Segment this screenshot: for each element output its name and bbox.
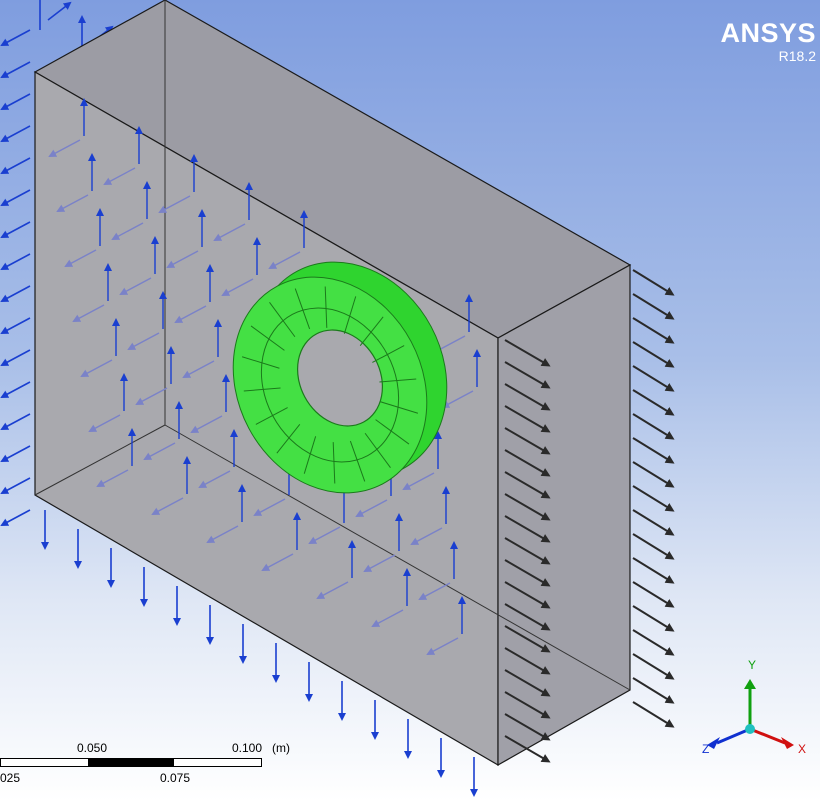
load-arrow-icon: [47, 1, 72, 21]
load-arrow-icon: [632, 389, 675, 416]
z-axis-icon: [716, 727, 751, 745]
load-arrow-icon: [0, 285, 31, 302]
load-arrow-icon: [632, 437, 675, 464]
load-arrow-icon: [632, 557, 675, 584]
load-arrow-icon: [0, 509, 31, 526]
load-arrow-icon: [632, 269, 675, 296]
triad-y-label: Y: [748, 658, 757, 672]
load-arrow-icon: [0, 125, 31, 142]
load-arrow-icon: [632, 509, 675, 536]
scale-segment: [174, 759, 262, 766]
x-axis-icon: [749, 727, 786, 745]
load-arrow-icon: [0, 221, 31, 238]
load-arrow-icon: [632, 317, 675, 344]
load-arrow-icon: [0, 93, 31, 110]
load-arrow-icon: [0, 157, 31, 174]
scale-label-top-1: 0.050: [77, 741, 108, 755]
load-arrow-icon: [0, 445, 31, 462]
load-arrow-icon: [0, 413, 31, 430]
load-arrow-icon: [632, 461, 675, 488]
load-arrow-icon: [632, 629, 675, 656]
load-arrow-icon: [632, 485, 675, 512]
load-arrow-icon: [632, 533, 675, 560]
load-arrow-icon: [0, 349, 31, 366]
scale-segment: [1, 759, 88, 766]
brand-version: R18.2: [778, 48, 816, 64]
load-arrow-icon: [632, 413, 675, 440]
scale-segment: [87, 759, 175, 766]
triad-x-label: X: [798, 742, 807, 756]
enclosure-right-face[interactable]: [497, 263, 631, 767]
scale-label-top-2: 0.100: [232, 741, 263, 755]
brand-name: ANSYS: [720, 18, 816, 48]
load-arrow-icon: [632, 341, 675, 368]
graphics-viewport[interactable]: ANSYS R18.2 0.050 0.100 (m) 025 0.075 Y …: [0, 0, 820, 801]
load-arrow-icon: [632, 605, 675, 632]
load-arrow-icon: [0, 381, 31, 398]
load-arrow-icon: [0, 253, 31, 270]
load-arrow-icon: [632, 293, 675, 320]
triad-z-label: Z: [702, 742, 710, 756]
load-arrow-icon: [632, 701, 675, 728]
ansys-logo: ANSYS R18.2: [720, 18, 816, 64]
triad-origin: [745, 724, 755, 734]
scale-label-bottom-2: 0.075: [160, 771, 191, 785]
load-arrow-icon: [632, 677, 675, 704]
y-axis-arrowhead: [744, 679, 756, 689]
load-arrow-icon: [0, 29, 31, 46]
load-arrow-icon: [632, 365, 675, 392]
load-arrow-icon: [0, 317, 31, 334]
load-arrow-icon: [632, 581, 675, 608]
load-arrow-icon: [632, 653, 675, 680]
load-arrow-icon: [0, 189, 31, 206]
scale-bar: [0, 758, 262, 767]
load-arrow-icon: [0, 477, 31, 494]
scale-label-bottom-1: 025: [0, 771, 21, 785]
scale-unit: (m): [272, 741, 290, 755]
load-arrow-icon: [0, 61, 31, 78]
